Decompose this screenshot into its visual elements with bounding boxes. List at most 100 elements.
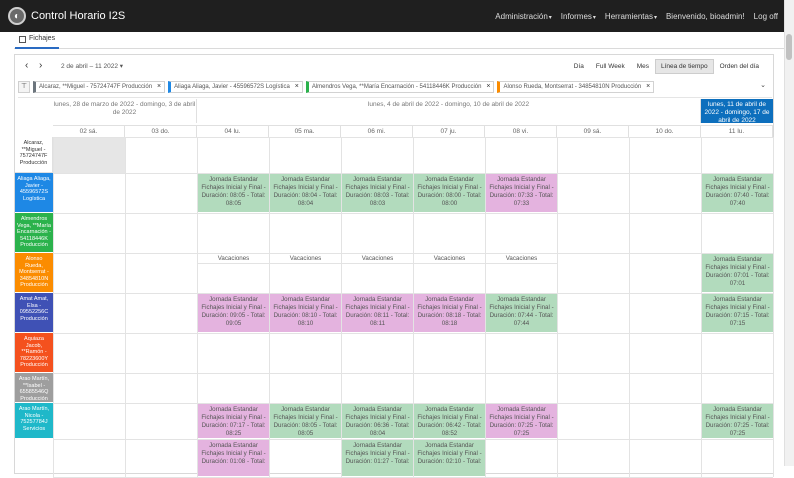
vacation-event[interactable]: Vacaciones <box>414 254 485 264</box>
time-entry-event[interactable]: Jornada Estandar Fichajes Inicial y Final… <box>702 174 773 212</box>
tab-bar: Fichajes <box>14 32 784 49</box>
event-line: Duración: 07:01 - Total: <box>705 272 770 280</box>
time-entry-event[interactable]: Jornada Estandar Fichajes Inicial y Final… <box>342 174 413 212</box>
resource-label[interactable]: Aquiaza Jacob, **Ramón - 78223600Y Produ… <box>15 333 53 373</box>
view-button[interactable]: Mes <box>631 59 655 74</box>
event-line: 08:25 <box>225 430 242 438</box>
day-header: 02 sá. <box>53 125 125 137</box>
time-entry-event[interactable]: Jornada Estandar Fichajes Inicial y Final… <box>198 440 269 476</box>
time-entry-event[interactable]: Jornada Estandar Fichajes Inicial y Final… <box>486 174 557 212</box>
time-entry-event[interactable]: Jornada Estandar Fichajes Inicial y Final… <box>198 404 269 438</box>
next-button[interactable]: › <box>39 60 42 71</box>
close-icon[interactable]: × <box>646 82 650 92</box>
close-icon[interactable]: × <box>157 82 161 92</box>
view-button[interactable]: Día <box>568 59 590 74</box>
tab-fichajes[interactable]: Fichajes <box>15 32 60 49</box>
event-line: Duración: 08:05 - Total: <box>201 192 266 200</box>
filter-chip-label: Aliaga Aliaga, Javier - 45596572S Logíst… <box>174 84 290 90</box>
view-button[interactable]: Orden del día <box>714 59 765 74</box>
event-line: Fichajes Inicial y Final - <box>705 264 770 272</box>
time-entry-event[interactable]: Jornada Estandar Fichajes Inicial y Final… <box>342 294 413 332</box>
time-entry-event[interactable]: Jornada Estandar Fichajes Inicial y Final… <box>198 294 269 332</box>
grid-row-line <box>53 137 773 138</box>
time-entry-event[interactable]: Jornada Estandar Fichajes Inicial y Final… <box>270 174 341 212</box>
vacation-event[interactable]: Vacaciones <box>198 254 269 264</box>
filter-chip-label: Alcaraz, **Miguel - 75724747F Producción <box>39 84 153 90</box>
view-button[interactable]: Full Week <box>590 59 631 74</box>
time-entry-event[interactable]: Jornada Estandar Fichajes Inicial y Final… <box>270 294 341 332</box>
event-line: Fichajes Inicial y Final - <box>201 184 266 192</box>
app-title[interactable]: Control Horario I2S <box>31 10 125 22</box>
event-line: Jornada Estandar <box>353 406 402 413</box>
resource-label[interactable]: Aliaga Aliaga, Javier - 45596572S Logíst… <box>15 173 53 213</box>
vacation-event[interactable]: Vacaciones <box>486 254 557 264</box>
scheduler-toolbar: ‹ › 2 de abril – 11 2022 ▾ Día Full Week M… <box>15 55 773 77</box>
week-header: lunes, 28 de marzo de 2022 - domingo, 3 … <box>53 99 197 123</box>
resource-label[interactable]: Amat Amat, Elsa - 09552256C Producción <box>15 293 53 333</box>
vacation-event[interactable]: Vacaciones <box>270 254 341 264</box>
time-entry-event[interactable]: Jornada Estandar Fichajes Inicial y Final… <box>342 404 413 438</box>
nav-item[interactable]: Informes▾ <box>561 12 596 21</box>
filter-chip[interactable]: Almendros Vega, **María Encarnación - 54… <box>305 81 495 93</box>
event-line: Jornada Estandar <box>281 176 330 183</box>
resource-label[interactable]: Arao Martín, **Isabel - 65585546Q Produc… <box>15 373 53 403</box>
event-line: Duración: 08:18 - Total: <box>417 312 482 320</box>
time-entry-event[interactable]: Jornada Estandar Fichajes Inicial y Final… <box>486 404 557 438</box>
time-entry-event[interactable]: Jornada Estandar Fichajes Inicial y Final… <box>414 404 485 438</box>
day-header: 08 vi. <box>485 125 557 137</box>
event-line: Jornada Estandar <box>713 256 762 263</box>
event-line: 08:11 <box>369 320 386 328</box>
view-button[interactable]: Línea de tiempo <box>654 59 714 74</box>
event-line: 07:44 <box>513 320 530 328</box>
time-entry-event[interactable]: Jornada Estandar Fichajes Inicial y Final… <box>702 294 773 332</box>
vacation-event[interactable]: Vacaciones <box>342 254 413 264</box>
time-entry-event[interactable]: Jornada Estandar Fichajes Inicial y Final… <box>702 404 773 438</box>
grid-column-line <box>53 137 54 477</box>
time-entry-event[interactable]: Jornada Estandar Fichajes Inicial y Final… <box>414 440 485 476</box>
filter-chip[interactable]: Alcaraz, **Miguel - 75724747F Producción… <box>33 81 166 93</box>
scrollbar-thumb[interactable] <box>786 34 792 60</box>
close-icon[interactable]: × <box>295 82 299 92</box>
nav-item[interactable]: Log off <box>754 12 778 21</box>
day-header: 05 ma. <box>269 125 341 137</box>
time-entry-event[interactable]: Jornada Estandar Fichajes Inicial y Final… <box>414 174 485 212</box>
event-line: Jornada Estandar <box>497 296 546 303</box>
prev-button[interactable]: ‹ <box>25 60 28 71</box>
filter-icon[interactable]: ⊤ <box>18 81 30 93</box>
event-line: Duración: 06:36 - Total: <box>345 422 410 430</box>
grid-row-line <box>53 439 773 440</box>
time-entry-event[interactable]: Jornada Estandar Fichajes Inicial y Final… <box>702 254 773 292</box>
event-line: 08:03 <box>369 200 386 208</box>
time-entry-event[interactable]: Jornada Estandar Fichajes Inicial y Final… <box>270 404 341 438</box>
date-range-picker[interactable]: 2 de abril – 11 2022 ▾ <box>61 62 123 70</box>
resource-label[interactable]: Almendros Vega, **María Encarnación - 54… <box>15 213 53 253</box>
close-icon[interactable]: × <box>486 82 490 92</box>
resource-label[interactable]: Arao Martín, Nicola - 75257784J Servicio… <box>15 403 53 439</box>
nav-item[interactable]: Bienvenido, bioadmin! <box>666 12 745 21</box>
event-line: Jornada Estandar <box>425 296 474 303</box>
time-entry-event[interactable]: Jornada Estandar Fichajes Inicial y Final… <box>486 294 557 332</box>
filter-chip[interactable]: Aliaga Aliaga, Javier - 45596572S Logíst… <box>168 81 303 93</box>
event-line: Fichajes Inicial y Final - <box>201 304 266 312</box>
chevron-double-down-icon[interactable]: ⌄ <box>760 81 766 89</box>
event-line: Fichajes Inicial y Final - <box>417 184 482 192</box>
page-scrollbar[interactable] <box>784 0 794 466</box>
time-entry-event[interactable]: Jornada Estandar Fichajes Inicial y Final… <box>342 440 413 476</box>
time-entry-event[interactable]: Jornada Estandar Fichajes Inicial y Final… <box>198 174 269 212</box>
grid-row-line <box>53 373 773 374</box>
clipboard-icon <box>19 36 26 43</box>
filter-chip[interactable]: Alonso Rueda, Montserrat - 34854810N Pro… <box>497 81 655 93</box>
event-line: Jornada Estandar <box>425 176 474 183</box>
nav-item[interactable]: Herramientas▾ <box>605 12 657 21</box>
event-line: Jornada Estandar <box>713 296 762 303</box>
event-line: Fichajes Inicial y Final - <box>345 414 410 422</box>
resource-label[interactable]: Alcaraz, **Miguel - 75724747F Producción <box>15 137 53 173</box>
tab-label: Fichajes <box>29 35 56 42</box>
event-line: Jornada Estandar <box>497 176 546 183</box>
nav-item[interactable]: Administración▾ <box>495 12 551 21</box>
resource-label[interactable]: Alonso Rueda, Montserrat - 34854810N Pro… <box>15 253 53 293</box>
caret-down-icon: ▾ <box>653 14 657 21</box>
week-header: lunes, 11 de abril de 2022 - domingo, 17… <box>701 99 773 124</box>
time-entry-event[interactable]: Jornada Estandar Fichajes Inicial y Final… <box>414 294 485 332</box>
top-navbar: ◐ Control Horario I2S Administración▾ Inf… <box>0 0 794 32</box>
